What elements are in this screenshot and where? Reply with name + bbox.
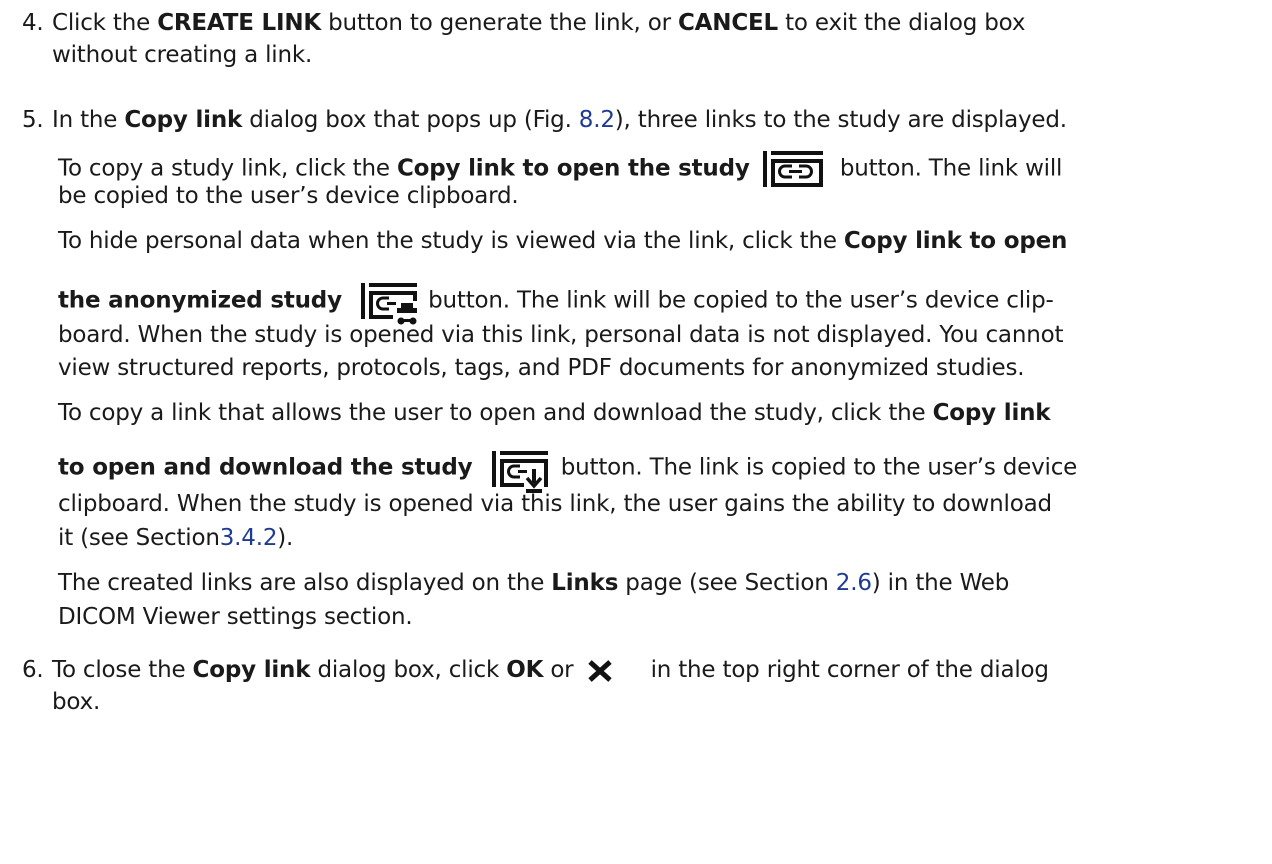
text-line: To copy a link that allows the user to o… [58, 400, 1051, 426]
text-line: To hide personal data when the study is … [58, 228, 1068, 254]
text-line: be copied to the user’s device clipboard… [58, 183, 519, 209]
cancel-label: CANCEL [678, 10, 778, 36]
text-line: DICOM Viewer settings section. [58, 604, 413, 630]
text-line: Click the CREATE LINK button to generate… [52, 10, 1026, 36]
text-line: In the Copy link dialog box that pops up… [52, 107, 1067, 133]
text-line: The created links are also displayed on … [58, 570, 1010, 596]
copy-download-link-icon [490, 449, 552, 495]
text-line: board. When the study is opened via this… [58, 322, 1064, 348]
text-line: box. [52, 689, 101, 715]
section-reference-link[interactable]: 2.6 [836, 570, 872, 596]
copy-link-icon [761, 149, 827, 189]
step-number: 4. [22, 10, 44, 36]
text-line: it (see Section3.4.2). [58, 525, 294, 551]
text-line: the anonymized study button. The link wi… [58, 275, 1054, 327]
text-line: without creating a link. [52, 42, 313, 68]
create-link-label: CREATE LINK [157, 10, 321, 36]
step-number: 5. [22, 107, 44, 133]
text-line: clipboard. When the study is opened via … [58, 491, 1052, 517]
text-line: To close the Copy link dialog box, click… [52, 657, 1049, 683]
step-number: 6. [22, 657, 44, 683]
figure-reference-link[interactable]: 8.2 [579, 107, 615, 133]
section-reference-link[interactable]: 3.4.2 [220, 525, 278, 551]
close-icon [587, 659, 613, 682]
text-line: to open and download the study button. T… [58, 445, 1077, 493]
text-line: view structured reports, protocols, tags… [58, 355, 1025, 381]
document-page: 4. Click the CREATE LINK button to gener… [0, 0, 1272, 864]
